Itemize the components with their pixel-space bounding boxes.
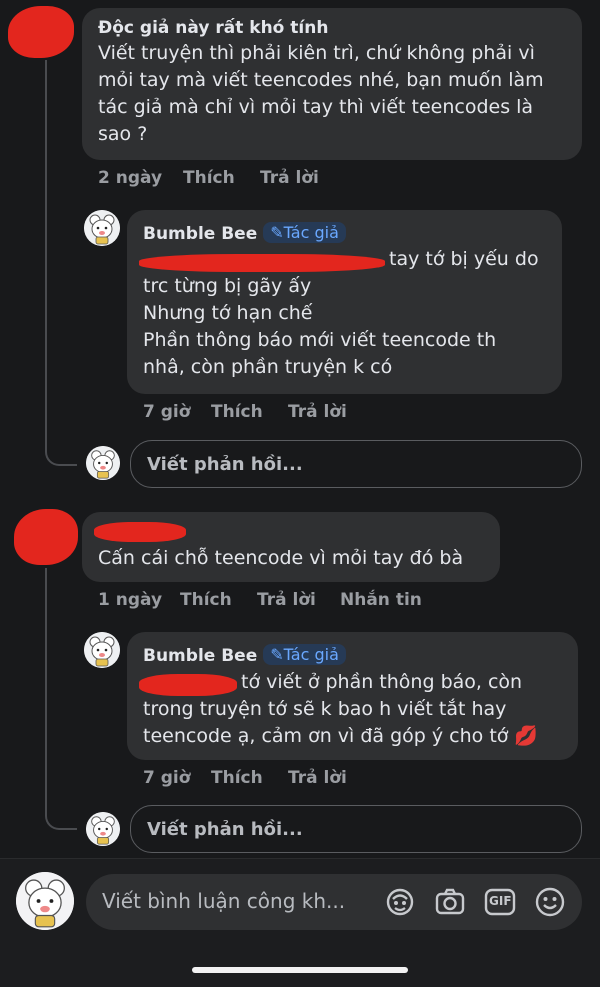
thread-branch xyxy=(45,227,75,229)
bee-avatar-icon xyxy=(84,210,120,246)
reply-author[interactable]: Bumble Bee xyxy=(143,646,257,666)
comment-bubble[interactable]: Cấn cái chỗ teencode vì mỏi tay đó bà xyxy=(82,512,500,582)
comment-input[interactable]: Viết bình luận công kh... GIF xyxy=(86,874,582,930)
redacted-avatar xyxy=(8,6,74,58)
comment-time: 2 ngày xyxy=(98,168,163,188)
home-indicator[interactable] xyxy=(192,967,408,973)
reply-line: trc từng bị gãy ấy xyxy=(143,275,312,297)
reply-text: tay tớ bị yếu do trc từng bị gãy ấy Nhưn… xyxy=(143,246,553,381)
comment-input-placeholder: Viết bình luận công kh... xyxy=(102,889,346,913)
comment-line: Cấn cái chỗ teencode vì mỏi tay đó bà xyxy=(98,547,464,569)
author-badge: ✎Tác giả xyxy=(263,222,346,243)
message-button[interactable]: Nhắn tin xyxy=(340,590,422,610)
reply-bubble[interactable]: Bumble Bee ✎Tác giả tay tớ bị yếu do trc … xyxy=(127,210,562,394)
reply-author[interactable]: Bumble Bee xyxy=(143,224,257,244)
reply-line: nhâ, còn phần truyện k có xyxy=(143,356,393,378)
pencil-icon: ✎ xyxy=(270,645,284,664)
emoji-icon[interactable] xyxy=(532,884,568,920)
thread-line xyxy=(45,60,77,466)
gif-label: GIF xyxy=(489,894,512,908)
comment-text: Viết truyện thì phải kiên trì, chứ không… xyxy=(98,40,544,148)
avatar[interactable] xyxy=(84,632,120,668)
reply-input-placeholder: Viết phản hồi... xyxy=(147,818,303,840)
comment-time: 1 ngày xyxy=(98,590,163,610)
comment-bubble[interactable]: Độc giả này rất khó tính Viết truyện thì… xyxy=(82,8,582,160)
reply-line: Nhưng tớ hạn chế xyxy=(143,302,313,324)
reply-author-row: Bumble Bee ✎Tác giả xyxy=(143,644,346,666)
camera-icon[interactable] xyxy=(432,884,468,920)
comment-text: Cấn cái chỗ teencode vì mỏi tay đó bà xyxy=(98,545,463,572)
reply-input-placeholder: Viết phản hồi... xyxy=(147,453,303,475)
pencil-icon: ✎ xyxy=(270,223,284,242)
like-button[interactable]: Thích xyxy=(211,768,263,788)
reply-time: 7 giờ xyxy=(143,402,191,422)
like-button[interactable]: Thích xyxy=(211,402,263,422)
reply-bubble[interactable]: Bumble Bee ✎Tác giả tớ viết ở phần thông … xyxy=(127,632,578,760)
reply-text: tớ viết ở phần thông báo, còn trong truy… xyxy=(143,669,573,750)
like-button[interactable]: Thích xyxy=(183,168,235,188)
bee-avatar-icon xyxy=(86,446,120,480)
avatar-sticker-icon[interactable] xyxy=(382,884,418,920)
avatar xyxy=(86,446,120,480)
reply-line: tớ viết ở phần thông báo, còn xyxy=(241,671,523,693)
author-badge-label: Tác giả xyxy=(283,645,339,664)
author-badge-label: Tác giả xyxy=(283,223,339,242)
reply-line: tay tớ bị yếu do xyxy=(389,248,539,270)
gif-icon[interactable]: GIF xyxy=(482,884,518,920)
comment-author[interactable]: Độc giả này rất khó tính xyxy=(98,18,328,38)
avatar xyxy=(86,812,120,846)
reply-button[interactable]: Trả lời xyxy=(288,402,347,422)
author-badge: ✎Tác giả xyxy=(263,644,346,665)
comment-line: Viết truyện thì phải kiên trì, chứ không… xyxy=(98,42,535,64)
avatar[interactable] xyxy=(84,210,120,246)
bee-avatar-icon xyxy=(16,872,74,930)
reply-button[interactable]: Trả lời xyxy=(288,768,347,788)
redacted-avatar xyxy=(14,509,78,565)
thread-line xyxy=(45,568,77,830)
reply-line: trong truyện tớ sẽ k bao h viết tắt hay xyxy=(143,698,507,720)
reply-input[interactable]: Viết phản hồi... xyxy=(130,805,582,853)
reply-button[interactable]: Trả lời xyxy=(257,590,316,610)
reply-line: Phần thông báo mới viết teencode th xyxy=(143,329,497,351)
redacted-author xyxy=(94,522,186,542)
bee-avatar-icon xyxy=(84,632,120,668)
reply-button[interactable]: Trả lời xyxy=(260,168,319,188)
bee-avatar-icon xyxy=(86,812,120,846)
composer-avatar xyxy=(16,872,74,930)
reply-time: 7 giờ xyxy=(143,768,191,788)
comment-line: mỏi tay mà viết teencodes nhé, bạn muốn … xyxy=(98,69,544,91)
reply-line: teencode ạ, cảm ơn vì đã góp ý cho tớ 💋 xyxy=(143,725,539,747)
like-button[interactable]: Thích xyxy=(180,590,232,610)
reply-input[interactable]: Viết phản hồi... xyxy=(130,440,582,488)
comment-line: tác giả mà chỉ vì mỏi tay thì viết teenc… xyxy=(98,96,534,118)
comment-line: sao ? xyxy=(98,123,148,145)
reply-author-row: Bumble Bee ✎Tác giả xyxy=(143,222,346,244)
